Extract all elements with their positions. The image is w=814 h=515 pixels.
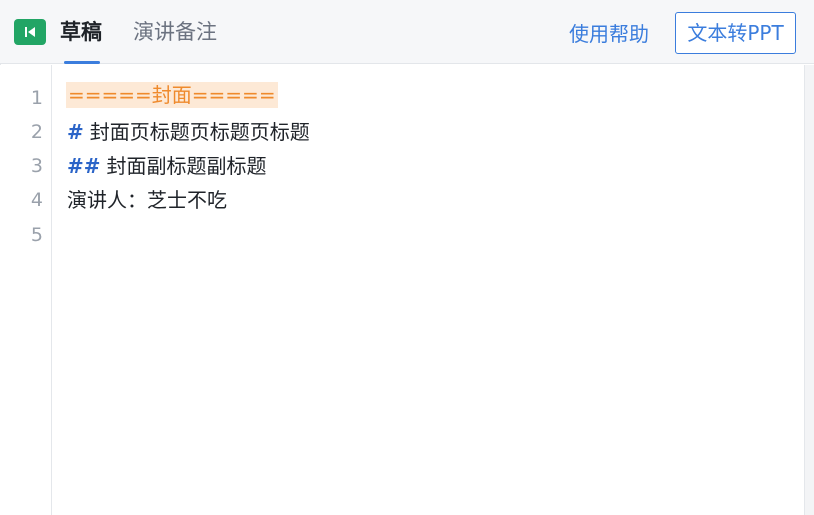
scrollbar[interactable]	[804, 65, 814, 515]
title-line[interactable]: # 封面页标题页标题页标题	[67, 119, 310, 145]
collapse-panel-button[interactable]	[14, 19, 46, 45]
title-text: 封面页标题页标题页标题	[89, 120, 310, 144]
subtitle-text: 封面副标题副标题	[106, 154, 267, 178]
line-number: 5	[30, 224, 43, 246]
heading-2-mark: ##	[67, 154, 101, 178]
line-number: 2	[30, 121, 43, 143]
section-marker-line[interactable]: =====封面=====	[66, 82, 278, 108]
line-number: 4	[30, 189, 43, 211]
presenter-line[interactable]: 演讲人：芝士不吃	[67, 187, 227, 213]
text-to-ppt-button[interactable]: 文本转PPT	[675, 12, 796, 54]
heading-1-mark: #	[67, 120, 84, 144]
code-area[interactable]: =====封面===== # 封面页标题页标题页标题 ## 封面副标题副标题 演讲人…	[52, 65, 804, 515]
help-link[interactable]: 使用帮助	[569, 20, 649, 48]
collapse-left-icon	[23, 25, 37, 39]
line-number: 3	[30, 155, 43, 177]
editor-panel: 草稿 演讲备注 1 2 3 4 5 =====封面===== # 封面页标题页标题…	[0, 0, 814, 515]
subtitle-line[interactable]: ## 封面副标题副标题	[67, 153, 267, 179]
tab-speaker-notes[interactable]: 演讲备注	[133, 18, 217, 46]
tab-draft[interactable]: 草稿	[60, 18, 102, 46]
text-editor[interactable]: 1 2 3 4 5 =====封面===== # 封面页标题页标题页标题 ## 封面…	[0, 65, 814, 515]
line-number: 1	[30, 87, 43, 109]
line-number-gutter: 1 2 3 4 5	[0, 65, 52, 515]
active-tab-indicator	[64, 61, 100, 64]
